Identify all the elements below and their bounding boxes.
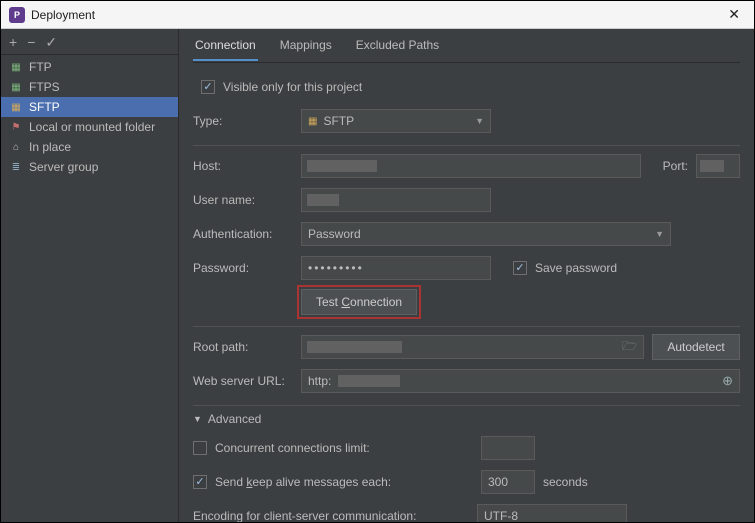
connection-form: Visible only for this project Type: ▦ SF…: [193, 63, 740, 522]
concurrent-input[interactable]: [481, 436, 535, 460]
password-label: Password:: [193, 261, 293, 275]
flag-icon: ⚑: [9, 121, 23, 133]
encoding-value: UTF-8: [484, 509, 518, 522]
globe-icon[interactable]: ⊕: [722, 373, 733, 389]
keepalive-label: Send keep alive messages each:: [215, 475, 473, 489]
visible-only-label: Visible only for this project: [223, 80, 362, 94]
sidebar-item-local[interactable]: ⚑ Local or mounted folder: [1, 117, 178, 137]
root-path-label: Root path:: [193, 340, 293, 354]
sidebar-item-ftp[interactable]: ▦ FTP: [1, 57, 178, 77]
redacted-block: [307, 160, 377, 172]
window-title: Deployment: [31, 8, 95, 22]
sidebar-toolbar: + − ✓: [1, 29, 178, 55]
add-icon[interactable]: +: [9, 35, 17, 49]
auth-value: Password: [308, 227, 361, 241]
title-bar: P Deployment ✕: [1, 1, 754, 29]
concurrent-label: Concurrent connections limit:: [215, 441, 473, 455]
sidebar-item-label: Local or mounted folder: [29, 120, 155, 134]
encoding-label: Encoding for client-server communication…: [193, 509, 469, 522]
remove-icon[interactable]: −: [27, 35, 35, 49]
keepalive-unit: seconds: [543, 475, 588, 489]
autodetect-button[interactable]: Autodetect: [652, 334, 740, 360]
chevron-down-icon: ▼: [475, 116, 484, 126]
triangle-down-icon: ▼: [193, 414, 202, 424]
tabs: Connection Mappings Excluded Paths: [193, 29, 740, 63]
sidebar-item-label: FTP: [29, 60, 52, 74]
server-icon: ▦: [308, 116, 317, 127]
tab-connection[interactable]: Connection: [193, 30, 258, 61]
type-label: Type:: [193, 114, 293, 128]
web-url-label: Web server URL:: [193, 374, 293, 388]
chevron-down-icon: ▼: [655, 229, 664, 239]
list-icon: ≣: [9, 161, 23, 173]
content-panel: Connection Mappings Excluded Paths Visib…: [179, 29, 754, 522]
sidebar-item-label: FTPS: [29, 80, 60, 94]
type-value: SFTP: [323, 114, 354, 128]
username-label: User name:: [193, 193, 293, 207]
port-label: Port:: [663, 159, 688, 173]
sidebar: + − ✓ ▦ FTP ▦ FTPS ▦ SFTP ⚑ Local or mou…: [1, 29, 179, 522]
separator: [193, 405, 740, 406]
server-icon: ▦: [9, 61, 23, 73]
sidebar-item-ftps[interactable]: ▦ FTPS: [1, 77, 178, 97]
test-connection-button[interactable]: Test Connection: [301, 289, 417, 315]
tab-mappings[interactable]: Mappings: [278, 30, 334, 61]
sidebar-tree: ▦ FTP ▦ FTPS ▦ SFTP ⚑ Local or mounted f…: [1, 55, 178, 177]
sidebar-item-servergroup[interactable]: ≣ Server group: [1, 157, 178, 177]
server-icon: ▦: [9, 81, 23, 93]
home-icon: ⌂: [9, 141, 23, 153]
app-icon: P: [9, 7, 25, 23]
concurrent-checkbox[interactable]: [193, 441, 207, 455]
sidebar-item-label: Server group: [29, 160, 98, 174]
web-url-input[interactable]: http: ⊕: [301, 369, 740, 393]
server-icon: ▦: [9, 101, 23, 113]
separator: [193, 326, 740, 327]
close-icon[interactable]: ✕: [722, 6, 746, 23]
keepalive-input[interactable]: [481, 470, 535, 494]
encoding-select[interactable]: UTF-8: [477, 504, 627, 522]
password-input[interactable]: [301, 256, 491, 280]
advanced-label: Advanced: [208, 412, 261, 426]
redacted-block: [307, 341, 402, 353]
advanced-toggle[interactable]: ▼ Advanced: [193, 412, 740, 426]
host-label: Host:: [193, 159, 293, 173]
auth-select[interactable]: Password ▼: [301, 222, 671, 246]
apply-icon[interactable]: ✓: [45, 35, 57, 49]
folder-open-icon[interactable]: 🗁: [622, 337, 637, 358]
redacted-block: [338, 375, 400, 387]
save-password-label: Save password: [535, 261, 617, 275]
visible-only-checkbox[interactable]: [201, 80, 215, 94]
tab-excluded[interactable]: Excluded Paths: [354, 30, 441, 61]
sidebar-item-sftp[interactable]: ▦ SFTP: [1, 97, 178, 117]
auth-label: Authentication:: [193, 227, 293, 241]
save-password-checkbox[interactable]: [513, 261, 527, 275]
sidebar-item-label: SFTP: [29, 100, 60, 114]
redacted-block: [700, 160, 724, 172]
keepalive-checkbox[interactable]: [193, 475, 207, 489]
sidebar-item-label: In place: [29, 140, 71, 154]
sidebar-item-inplace[interactable]: ⌂ In place: [1, 137, 178, 157]
type-select[interactable]: ▦ SFTP ▼: [301, 109, 491, 133]
separator: [193, 145, 740, 146]
web-url-value: http:: [308, 374, 331, 388]
redacted-block: [307, 194, 339, 206]
